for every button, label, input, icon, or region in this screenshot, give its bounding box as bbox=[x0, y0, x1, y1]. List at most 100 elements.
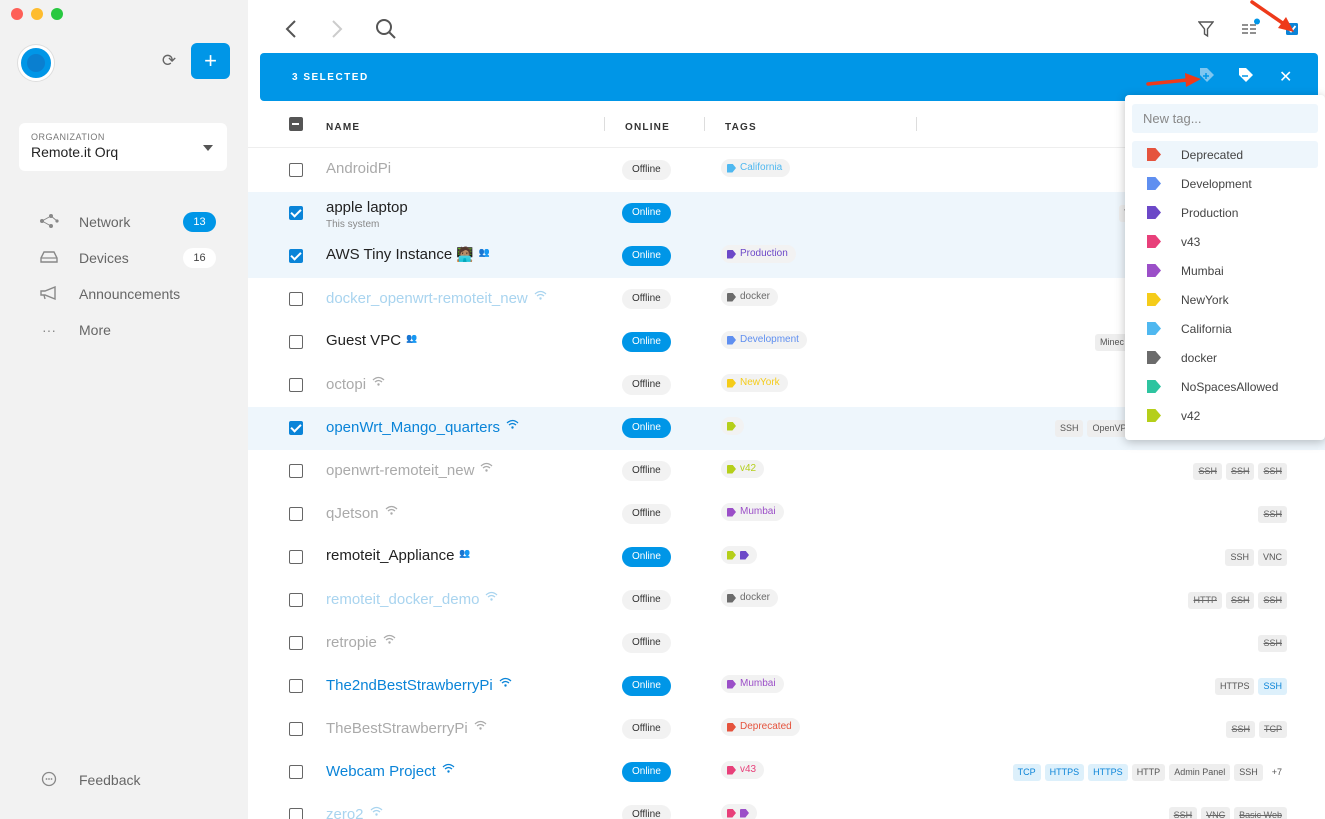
service-chip[interactable]: HTTPS bbox=[1044, 764, 1085, 781]
column-divider[interactable] bbox=[704, 117, 705, 131]
forward-icon[interactable] bbox=[330, 18, 344, 44]
tag-chip[interactable]: v43 bbox=[721, 761, 765, 779]
back-icon[interactable] bbox=[284, 18, 298, 44]
service-chip[interactable]: VNC bbox=[1201, 807, 1231, 819]
tag-chip[interactable]: Production bbox=[721, 245, 796, 263]
tag-chip[interactable]: v42 bbox=[721, 460, 765, 478]
tag-menu-item[interactable]: Production bbox=[1132, 199, 1318, 226]
service-chip[interactable]: +7 bbox=[1267, 764, 1287, 781]
tag-chip[interactable]: Mumbai bbox=[721, 503, 784, 521]
tag-menu-item[interactable]: NewYork bbox=[1132, 286, 1318, 313]
close-selection-icon[interactable]: ✕ bbox=[1279, 67, 1292, 87]
service-chip[interactable]: SSH bbox=[1225, 549, 1254, 566]
tag-menu-item[interactable]: California bbox=[1132, 315, 1318, 342]
column-header-tags[interactable]: TAGS bbox=[725, 122, 757, 133]
service-chip[interactable]: Basic Web bbox=[1234, 807, 1287, 819]
device-name[interactable]: AWS Tiny Instance 🧑🏽‍💻 👥 bbox=[326, 246, 490, 263]
feedback-link[interactable]: Feedback bbox=[38, 768, 218, 792]
row-checkbox[interactable] bbox=[289, 636, 303, 650]
column-divider[interactable] bbox=[916, 117, 917, 131]
tag-chip[interactable]: docker bbox=[721, 288, 779, 306]
service-chip[interactable]: SSH bbox=[1226, 721, 1255, 738]
organization-select[interactable]: ORGANIZATION Remote.it Orq bbox=[19, 123, 227, 171]
device-name[interactable]: remoteit_docker_demo bbox=[326, 590, 498, 608]
row-checkbox[interactable] bbox=[289, 292, 303, 306]
new-tag-input[interactable] bbox=[1132, 104, 1318, 133]
zoom-window-button[interactable] bbox=[51, 8, 63, 20]
tag-chip[interactable]: docker bbox=[721, 589, 779, 607]
device-name[interactable]: retropie bbox=[326, 633, 396, 651]
row-checkbox[interactable] bbox=[289, 206, 303, 220]
device-name[interactable]: AndroidPi bbox=[326, 160, 391, 177]
tag-menu-item[interactable]: Development bbox=[1132, 170, 1318, 197]
tag-menu-item[interactable]: NoSpacesAllowed bbox=[1132, 373, 1318, 400]
column-divider[interactable] bbox=[604, 117, 605, 131]
service-chip[interactable]: SSH bbox=[1258, 592, 1287, 609]
add-device-button[interactable]: + bbox=[191, 43, 230, 79]
tag-menu-item[interactable]: docker bbox=[1132, 344, 1318, 371]
sidebar-item-announcements[interactable]: Announcements bbox=[38, 282, 218, 306]
tag-menu-item[interactable]: v42 bbox=[1132, 402, 1318, 429]
sidebar-item-more[interactable]: ··· More bbox=[38, 318, 218, 342]
close-window-button[interactable] bbox=[11, 8, 23, 20]
device-name[interactable]: The2ndBestStrawberryPi bbox=[326, 676, 512, 694]
service-chip[interactable]: VNC bbox=[1257, 549, 1287, 566]
table-row[interactable]: TheBestStrawberryPi Offline Deprecated SSH T… bbox=[248, 708, 1325, 751]
row-checkbox[interactable] bbox=[289, 249, 303, 263]
remove-tag-icon[interactable] bbox=[1238, 67, 1254, 88]
row-checkbox[interactable] bbox=[289, 808, 303, 819]
tag-menu-item[interactable]: Mumbai bbox=[1132, 257, 1318, 284]
sidebar-item-devices[interactable]: Devices 16 bbox=[38, 246, 218, 270]
service-chip[interactable]: HTTP bbox=[1131, 764, 1166, 781]
tag-menu-item[interactable]: v43 bbox=[1132, 228, 1318, 255]
table-row[interactable]: openwrt-remoteit_new Offline v42 SSH SSH SSH bbox=[248, 450, 1325, 493]
device-name[interactable]: Guest VPC 👥 bbox=[326, 332, 417, 349]
row-checkbox[interactable] bbox=[289, 378, 303, 392]
row-checkbox[interactable] bbox=[289, 464, 303, 478]
service-chip[interactable]: SSH bbox=[1234, 764, 1263, 781]
device-name[interactable]: remoteit_Appliance 👥 bbox=[326, 547, 471, 564]
search-icon[interactable] bbox=[375, 18, 397, 44]
service-chip[interactable]: TCP bbox=[1259, 721, 1287, 738]
row-checkbox[interactable] bbox=[289, 335, 303, 349]
service-chip[interactable]: SSH bbox=[1258, 506, 1287, 523]
device-name[interactable]: TheBestStrawberryPi bbox=[326, 719, 487, 737]
service-chip[interactable]: HTTPS bbox=[1088, 764, 1128, 781]
tag-chip[interactable] bbox=[721, 417, 744, 435]
service-chip[interactable]: SSH bbox=[1258, 463, 1287, 480]
refresh-button[interactable]: ⟳ bbox=[158, 50, 180, 72]
tag-chip[interactable]: NewYork bbox=[721, 374, 788, 392]
column-header-name[interactable]: NAME bbox=[326, 122, 360, 133]
table-row[interactable]: remoteit_Appliance 👥 Online SSH VNC bbox=[248, 536, 1325, 579]
service-chip[interactable]: Minec bbox=[1094, 334, 1129, 351]
device-name[interactable]: apple laptop bbox=[326, 199, 408, 216]
service-chip[interactable]: SSH bbox=[1193, 463, 1222, 480]
row-checkbox[interactable] bbox=[289, 679, 303, 693]
row-checkbox[interactable] bbox=[289, 765, 303, 779]
table-row[interactable]: remoteit_docker_demo Offline docker HTTP SSH… bbox=[248, 579, 1325, 622]
row-checkbox[interactable] bbox=[289, 507, 303, 521]
service-chip[interactable]: SSH bbox=[1258, 678, 1287, 695]
service-chip[interactable]: SSH bbox=[1054, 420, 1084, 437]
device-name[interactable]: zero2 bbox=[326, 805, 383, 819]
service-chip[interactable]: TCP bbox=[1012, 764, 1041, 781]
row-checkbox[interactable] bbox=[289, 550, 303, 564]
avatar[interactable] bbox=[18, 45, 54, 81]
device-name[interactable]: octopi bbox=[326, 375, 385, 393]
select-all-checkbox[interactable] bbox=[289, 117, 303, 131]
sidebar-item-network[interactable]: Network 13 bbox=[38, 210, 218, 234]
table-row[interactable]: The2ndBestStrawberryPi Online Mumbai HTTPS S… bbox=[248, 665, 1325, 708]
device-name[interactable]: openwrt-remoteit_new bbox=[326, 461, 493, 479]
tag-chip[interactable]: California bbox=[721, 159, 791, 177]
row-checkbox[interactable] bbox=[289, 722, 303, 736]
service-chip[interactable]: SSH bbox=[1168, 807, 1198, 819]
column-header-online[interactable]: ONLINE bbox=[625, 122, 670, 133]
minimize-window-button[interactable] bbox=[31, 8, 43, 20]
row-checkbox[interactable] bbox=[289, 421, 303, 435]
service-chip[interactable]: Admin Panel bbox=[1169, 764, 1231, 781]
device-name[interactable]: Webcam Project bbox=[326, 762, 455, 780]
tag-chip[interactable]: Mumbai bbox=[721, 675, 784, 693]
table-row[interactable]: qJetson Offline Mumbai SSH bbox=[248, 493, 1325, 536]
table-row[interactable]: zero2 Offline SSH VNC Basic Web bbox=[248, 794, 1325, 819]
service-chip[interactable]: HTTPS bbox=[1214, 678, 1255, 695]
